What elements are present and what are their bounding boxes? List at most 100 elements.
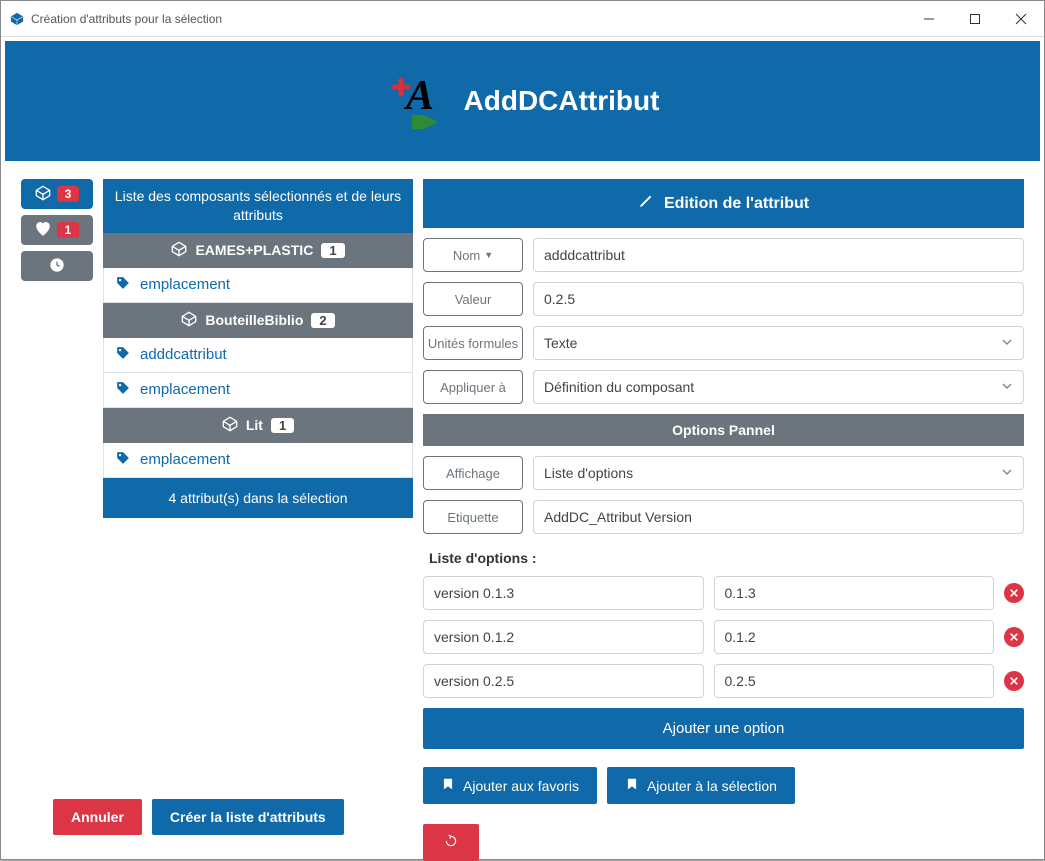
unites-label: Unités formules [423, 326, 523, 360]
heart-icon [35, 221, 51, 240]
appliquer-label: Appliquer à [423, 370, 523, 404]
option-label-input[interactable]: version 0.1.3 [423, 576, 704, 610]
selection-count: 3 [57, 186, 80, 202]
component-header[interactable]: EAMES+PLASTIC 1 [103, 233, 413, 268]
app-window: Création d'attributs pour la sélection A… [0, 0, 1045, 860]
option-label-input[interactable]: version 0.2.5 [423, 664, 704, 698]
pencil-icon [638, 193, 654, 214]
options-panel-header: Options Pannel [423, 414, 1024, 446]
add-option-button[interactable]: Ajouter une option [423, 708, 1024, 749]
caret-down-icon: ▼ [484, 250, 493, 260]
affichage-value: Liste d'options [544, 465, 633, 481]
label-text: Appliquer à [440, 380, 506, 395]
close-button[interactable] [998, 1, 1044, 36]
nom-input[interactable]: adddcattribut [533, 238, 1024, 272]
affichage-label: Affichage [423, 456, 523, 490]
delete-option-button[interactable] [1004, 583, 1024, 603]
create-list-button[interactable]: Créer la liste d'attributs [152, 799, 344, 835]
component-count: 1 [321, 243, 344, 258]
tag-icon [116, 381, 130, 399]
unites-select[interactable]: Texte [533, 326, 1024, 360]
nom-value: adddcattribut [544, 247, 625, 263]
editor-title: Edition de l'attribut [423, 179, 1024, 228]
component-header[interactable]: BouteilleBiblio 2 [103, 303, 413, 338]
components-header: Liste des composants sélectionnés et de … [103, 179, 413, 233]
label-text: Unités formules [428, 336, 518, 351]
attribute-item[interactable]: emplacement [103, 268, 413, 303]
attribute-label: emplacement [140, 381, 230, 398]
banner-title: AddDCAttribut [464, 85, 660, 117]
chevron-down-icon [1001, 335, 1013, 351]
cube-icon [222, 416, 238, 435]
maximize-button[interactable] [952, 1, 998, 36]
svg-text:A: A [403, 73, 434, 119]
window-controls [906, 1, 1044, 36]
etiquette-input[interactable]: AddDC_Attribut Version [533, 500, 1024, 534]
option-row: version 0.2.5 0.2.5 [423, 664, 1024, 698]
etiquette-label: Etiquette [423, 500, 523, 534]
valeur-input[interactable]: 0.2.5 [533, 282, 1024, 316]
component-name: BouteilleBiblio [205, 312, 303, 328]
delete-option-button[interactable] [1004, 627, 1024, 647]
component-count: 2 [311, 313, 334, 328]
recent-button[interactable] [21, 251, 93, 281]
component-name: EAMES+PLASTIC [195, 242, 313, 258]
label-text: Nom [453, 248, 480, 263]
component-count: 1 [271, 418, 294, 433]
valeur-value: 0.2.5 [544, 291, 575, 307]
window-title: Création d'attributs pour la sélection [31, 12, 222, 26]
attribute-item[interactable]: adddcattribut [103, 338, 413, 373]
component-name: Lit [246, 417, 263, 433]
logo: A [386, 69, 450, 133]
add-to-favorites-button[interactable]: Ajouter aux favoris [423, 767, 597, 804]
option-value-input[interactable]: 0.1.3 [714, 576, 995, 610]
selection-count-button[interactable]: 3 [21, 179, 93, 209]
attribute-label: adddcattribut [140, 346, 227, 363]
etiquette-value: AddDC_Attribut Version [544, 509, 692, 525]
option-row: version 0.1.3 0.1.3 [423, 576, 1024, 610]
attribute-item[interactable]: emplacement [103, 373, 413, 408]
affichage-select[interactable]: Liste d'options [533, 456, 1024, 490]
cancel-button[interactable]: Annuler [53, 799, 142, 835]
appliquer-select[interactable]: Définition du composant [533, 370, 1024, 404]
titlebar: Création d'attributs pour la sélection [1, 1, 1044, 37]
bookmark-icon [441, 777, 455, 794]
component-header[interactable]: Lit 1 [103, 408, 413, 443]
bookmark-icon [625, 777, 639, 794]
dialog-buttons: Annuler Créer la liste d'attributs [53, 799, 344, 835]
appliquer-value: Définition du composant [544, 379, 694, 395]
reset-button[interactable] [423, 824, 479, 861]
editor-title-text: Edition de l'attribut [664, 195, 809, 213]
workarea: 3 1 Liste des composants sélectionnés et… [1, 161, 1044, 861]
cube-icon [35, 185, 51, 204]
chevron-down-icon [1001, 379, 1013, 395]
option-row: version 0.1.2 0.1.2 [423, 620, 1024, 654]
nom-dropdown-button[interactable]: Nom ▼ [423, 238, 523, 272]
label-text: Valeur [455, 292, 492, 307]
minimize-button[interactable] [906, 1, 952, 36]
titlebar-left: Création d'attributs pour la sélection [9, 11, 222, 27]
delete-option-button[interactable] [1004, 671, 1024, 691]
valeur-label: Valeur [423, 282, 523, 316]
tag-icon [116, 276, 130, 294]
option-value-input[interactable]: 0.2.5 [714, 664, 995, 698]
reset-icon [444, 834, 458, 851]
editor-panel: Edition de l'attribut Nom ▼ adddcattribu… [423, 179, 1024, 861]
cube-icon [171, 241, 187, 260]
attribute-item[interactable]: emplacement [103, 443, 413, 478]
option-value-input[interactable]: 0.1.2 [714, 620, 995, 654]
attribute-label: emplacement [140, 451, 230, 468]
option-label-input[interactable]: version 0.1.2 [423, 620, 704, 654]
chevron-down-icon [1001, 465, 1013, 481]
sidebar-badges: 3 1 [21, 179, 93, 281]
banner: A AddDCAttribut [5, 41, 1040, 161]
attribute-label: emplacement [140, 276, 230, 293]
unites-value: Texte [544, 335, 577, 351]
tag-icon [116, 451, 130, 469]
favorites-count: 1 [57, 222, 80, 238]
cube-icon [181, 311, 197, 330]
label-text: Affichage [446, 466, 500, 481]
add-to-selection-button[interactable]: Ajouter à la sélection [607, 767, 795, 804]
favorites-count-button[interactable]: 1 [21, 215, 93, 245]
options-list-title: Liste d'options : [423, 550, 1024, 566]
